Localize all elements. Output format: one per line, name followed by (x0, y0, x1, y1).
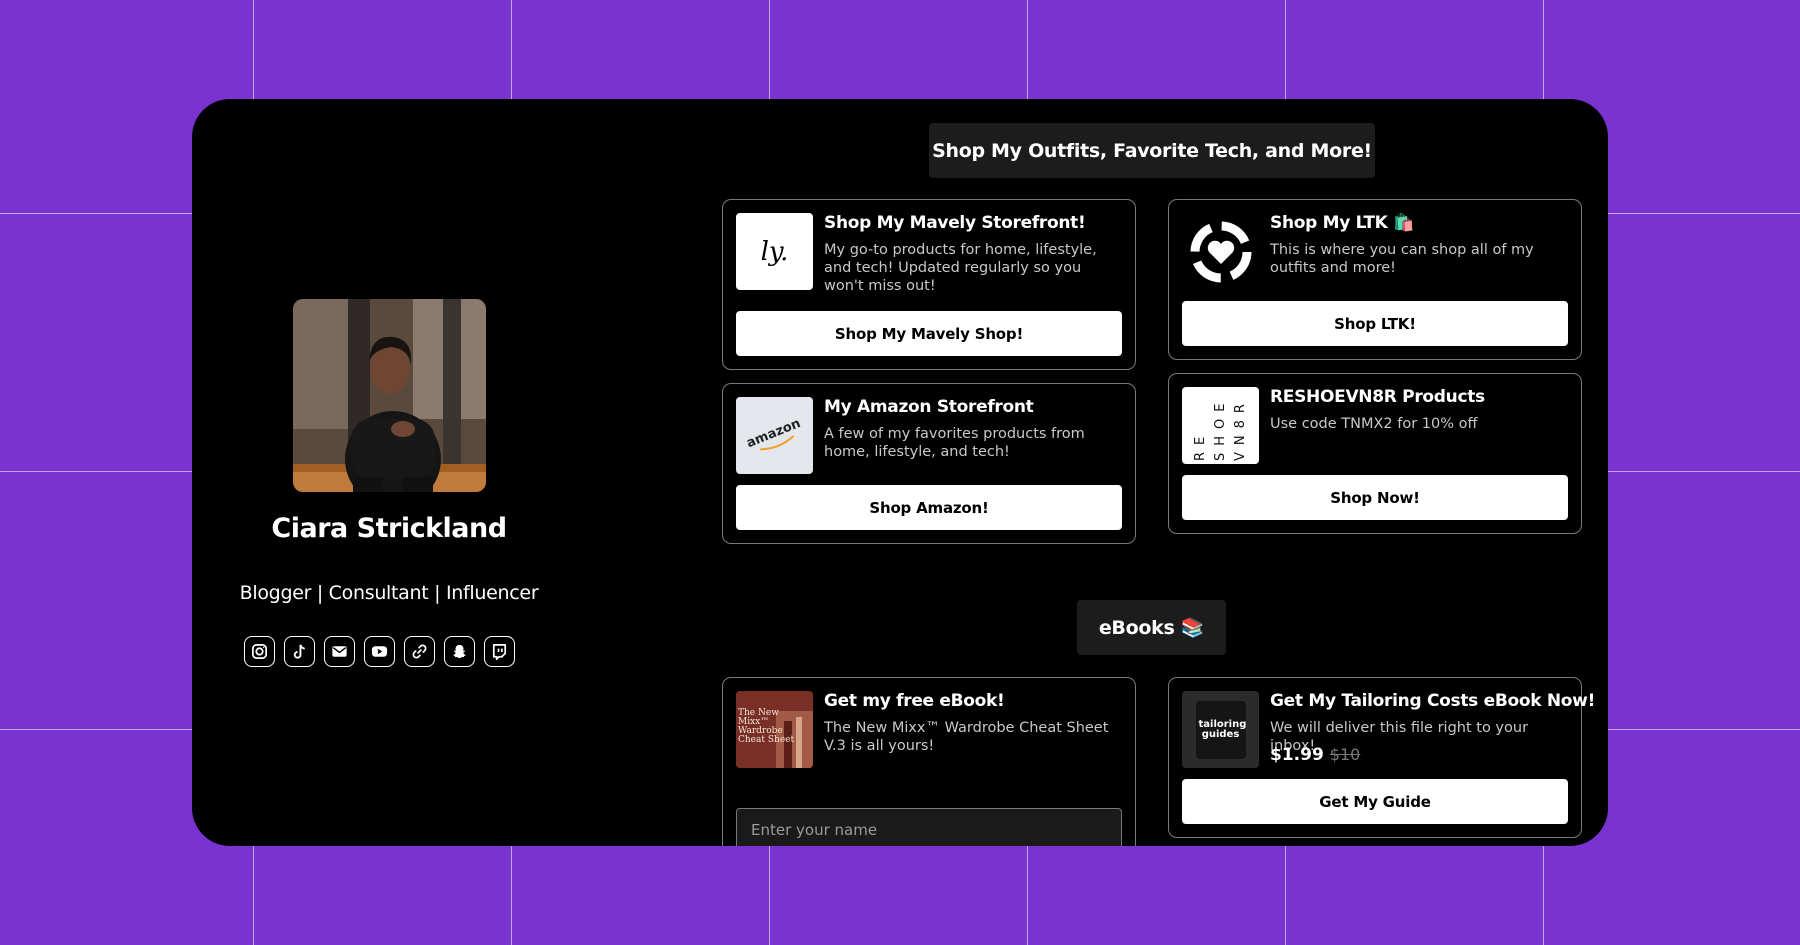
card-description: Use code TNMX2 for 10% off (1270, 416, 1478, 432)
card-title: Shop My LTK 🛍️ (1270, 213, 1415, 233)
shop-ltk-button[interactable]: Shop LTK! (1182, 301, 1568, 346)
original-price: $10 (1329, 745, 1361, 764)
section-heading-shop: Shop My Outfits, Favorite Tech, and More… (929, 123, 1375, 178)
link-card-reshoevn8r[interactable]: RE SHOE VN8R RESHOEVN8R Products Use cod… (1168, 373, 1582, 534)
get-my-guide-button[interactable]: Get My Guide (1182, 779, 1568, 824)
price: $1.99 (1270, 745, 1324, 765)
avatar (293, 299, 486, 492)
amazon-logo: amazon (736, 397, 813, 474)
tiktok-icon[interactable] (284, 636, 315, 667)
shop-amazon-button[interactable]: Shop Amazon! (736, 485, 1122, 530)
mavely-logo-text: ly. (760, 236, 789, 267)
link-card-ltk[interactable]: Shop My LTK 🛍️ This is where you can sho… (1168, 199, 1582, 360)
card-title: Get My Tailoring Costs eBook Now! (1270, 691, 1596, 711)
reshoevn8r-logo: RE SHOE VN8R (1182, 387, 1259, 464)
shop-mavely-button[interactable]: Shop My Mavely Shop! (736, 311, 1122, 356)
reshoevn8r-logo-text: RE SHOE VN8R (1192, 396, 1248, 461)
link-icon[interactable] (404, 636, 435, 667)
snapchat-icon[interactable] (444, 636, 475, 667)
mavely-logo: ly. (736, 213, 813, 290)
tailoring-cover-text: tailoring guides (1198, 718, 1247, 740)
email-icon[interactable] (324, 636, 355, 667)
link-card-mavely[interactable]: ly. Shop My Mavely Storefront! My go-to … (722, 199, 1136, 370)
ebook-cover-image: The New Mixx™ Wardrobe Cheat Sheet (736, 691, 813, 768)
ebook-cover-text: The New Mixx™ Wardrobe Cheat Sheet (738, 708, 795, 745)
card-title: Get my free eBook! (824, 691, 1005, 711)
card-title: RESHOEVN8R Products (1270, 387, 1485, 407)
instagram-icon[interactable] (244, 636, 275, 667)
youtube-icon[interactable] (364, 636, 395, 667)
social-links (244, 636, 515, 667)
card-title: My Amazon Storefront (824, 397, 1034, 417)
ltk-logo-icon (1182, 213, 1259, 290)
link-card-free-ebook[interactable]: The New Mixx™ Wardrobe Cheat Sheet Get m… (722, 677, 1136, 846)
profile-tagline: Blogger | Consultant | Influencer (239, 582, 539, 604)
link-card-tailoring-ebook[interactable]: tailoring guides Get My Tailoring Costs … (1168, 677, 1596, 838)
card-description: This is where you can shop all of my out… (1270, 242, 1534, 276)
card-title: Shop My Mavely Storefront! (824, 213, 1086, 233)
tailoring-cover-image: tailoring guides (1182, 691, 1259, 768)
profile-name: Ciara Strickland (271, 513, 507, 544)
link-in-bio-page: Ciara Strickland Blogger | Consultant | … (192, 99, 1608, 846)
price-row: $1.99 $10 (1270, 745, 1360, 765)
twitch-icon[interactable] (484, 636, 515, 667)
name-input[interactable] (736, 808, 1122, 846)
shop-now-button[interactable]: Shop Now! (1182, 475, 1568, 520)
link-card-amazon[interactable]: amazon My Amazon Storefront A few of my … (722, 383, 1136, 544)
card-description: My go-to products for home, lifestyle, a… (824, 242, 1097, 294)
section-heading-ebooks: eBooks 📚 (1077, 600, 1226, 655)
card-description: A few of my favorites products from home… (824, 426, 1085, 460)
card-description: The New Mixx™ Wardrobe Cheat Sheet V.3 i… (824, 720, 1109, 754)
